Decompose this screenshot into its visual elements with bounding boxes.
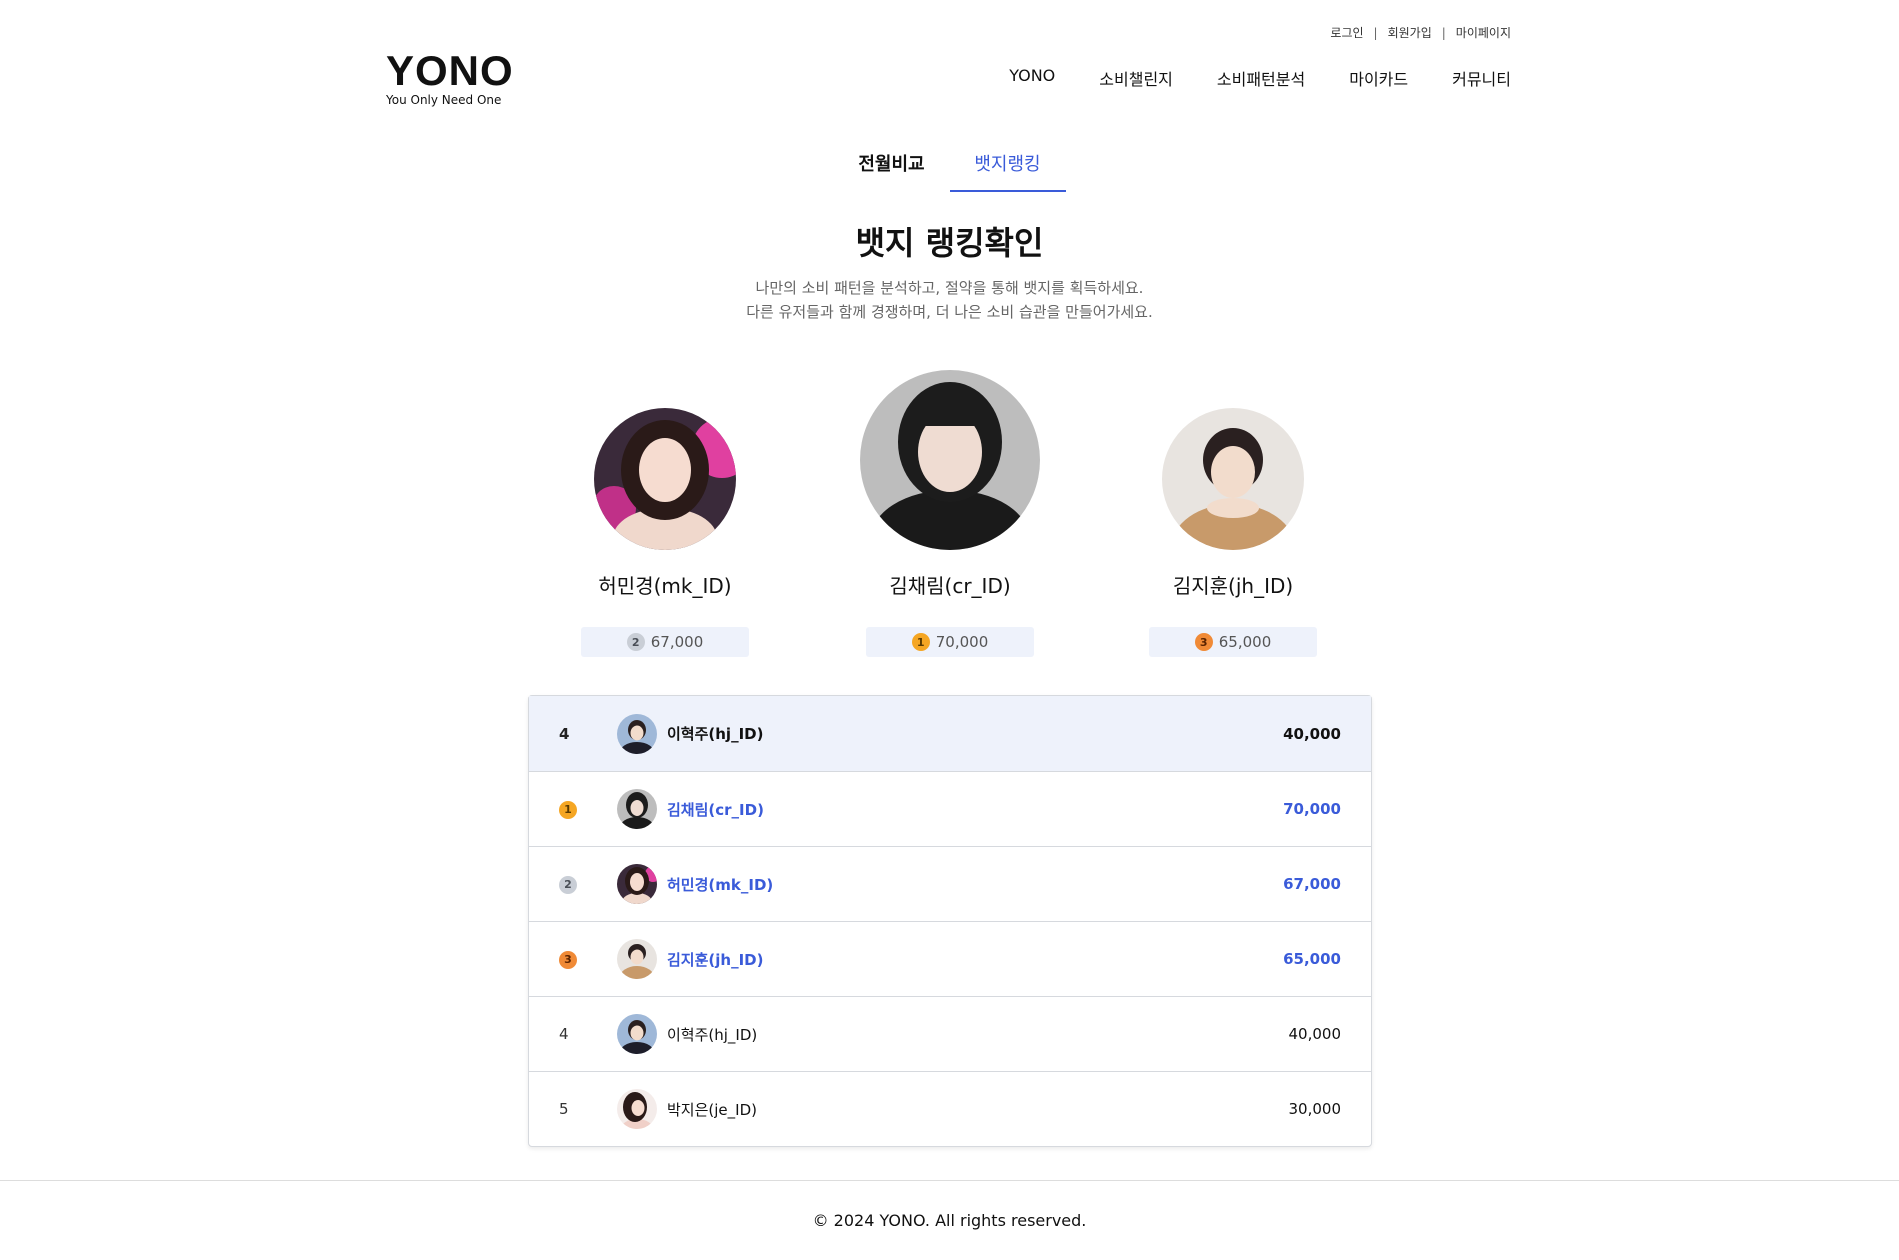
- page-description: 나만의 소비 패턴을 분석하고, 절약을 통해 뱃지를 획득하세요. 다른 유저…: [0, 276, 1899, 324]
- rank-cell: 2: [529, 874, 601, 894]
- copyright-text: © 2024 YONO. All rights reserved.: [812, 1211, 1087, 1230]
- description-line-2: 다른 유저들과 함께 경쟁하며, 더 나은 소비 습관을 만들어가세요.: [746, 303, 1153, 321]
- logo-title: YONO: [386, 47, 514, 94]
- ranking-table: 4 이혁주(hj_ID) 40,000 1 김채림(cr_ID) 70,000 …: [528, 695, 1372, 1147]
- description-line-1: 나만의 소비 패턴을 분석하고, 절약을 통해 뱃지를 획득하세요.: [755, 279, 1144, 297]
- podium-score: 3 65,000: [1149, 627, 1317, 657]
- nav-item-mycard[interactable]: 마이카드: [1349, 66, 1408, 90]
- nav-item-community[interactable]: 커뮤니티: [1452, 66, 1511, 90]
- bronze-medal-icon: 3: [559, 950, 577, 969]
- user-score: 65,000: [1283, 950, 1341, 968]
- logo[interactable]: YONO You Only Need One: [386, 47, 514, 107]
- gold-medal-icon: 1: [911, 633, 930, 651]
- avatar: [860, 370, 1040, 550]
- tab-bar: 전월비교 뱃지랭킹: [0, 150, 1899, 192]
- table-row[interactable]: 4 이혁주(hj_ID) 40,000: [529, 996, 1371, 1071]
- podium-score: 1 70,000: [866, 627, 1034, 657]
- rank-number: 4: [559, 724, 570, 743]
- podium-name: 허민경(mk_ID): [598, 574, 732, 598]
- avatar: [617, 1089, 657, 1129]
- user-cell: 박지은(je_ID): [617, 1089, 1289, 1129]
- user-cell: 김채림(cr_ID): [617, 789, 1283, 829]
- avatar: [594, 408, 736, 550]
- user-name: 김지훈(jh_ID): [667, 950, 764, 969]
- avatar: [617, 939, 657, 979]
- avatar: [617, 864, 657, 904]
- user-cell: 이혁주(hj_ID): [617, 713, 1283, 754]
- user-cell: 이혁주(hj_ID): [617, 1014, 1289, 1054]
- podium: 허민경(mk_ID) 2 67,000 김채림(cr_ID) 1 70,000: [0, 368, 1899, 658]
- user-cell: 김지훈(jh_ID): [617, 939, 1283, 979]
- silver-medal-icon: 2: [559, 875, 577, 894]
- avatar: [617, 1014, 657, 1054]
- user-name: 박지은(je_ID): [667, 1100, 757, 1119]
- footer: © 2024 YONO. All rights reserved.: [0, 1180, 1899, 1260]
- tab-ranking[interactable]: 뱃지랭킹: [949, 150, 1066, 192]
- user-name: 이혁주(hj_ID): [667, 1025, 758, 1044]
- mypage-link[interactable]: 마이페이지: [1456, 24, 1511, 41]
- score-value: 65,000: [1218, 633, 1272, 651]
- rank-cell: 1: [529, 799, 601, 819]
- podium-name: 김지훈(jh_ID): [1172, 574, 1294, 598]
- user-name: 이혁주(hj_ID): [667, 725, 764, 743]
- user-name: 김채림(cr_ID): [667, 800, 764, 819]
- login-link[interactable]: 로그인: [1330, 24, 1363, 41]
- table-row[interactable]: 5 박지은(je_ID) 30,000: [529, 1071, 1371, 1146]
- podium-second: 허민경(mk_ID) 2 67,000: [565, 408, 765, 657]
- nav-item-challenge[interactable]: 소비챌린지: [1099, 66, 1173, 90]
- table-row-my-rank[interactable]: 4 이혁주(hj_ID) 40,000: [529, 696, 1371, 771]
- user-score: 70,000: [1283, 800, 1341, 818]
- rank-number: 4: [559, 1025, 569, 1043]
- score-value: 67,000: [650, 633, 704, 651]
- avatar: [1162, 408, 1304, 550]
- table-row[interactable]: 3 김지훈(jh_ID) 65,000: [529, 921, 1371, 996]
- podium-score: 2 67,000: [581, 627, 749, 657]
- user-name: 허민경(mk_ID): [667, 875, 774, 894]
- util-separator: |: [1441, 25, 1446, 40]
- table-row[interactable]: 1 김채림(cr_ID) 70,000: [529, 771, 1371, 846]
- score-value: 70,000: [935, 633, 989, 651]
- user-cell: 허민경(mk_ID): [617, 864, 1283, 904]
- utility-links: 로그인 | 회원가입 | 마이페이지: [1330, 24, 1511, 41]
- rank-number: 5: [559, 1100, 569, 1118]
- util-separator: |: [1373, 25, 1378, 40]
- rank-cell: 3: [529, 949, 601, 969]
- podium-third: 김지훈(jh_ID) 3 65,000: [1133, 408, 1333, 657]
- user-score: 67,000: [1283, 875, 1341, 893]
- logo-tagline: You Only Need One: [386, 93, 502, 107]
- podium-name: 김채림(cr_ID): [889, 574, 1011, 598]
- avatar: [617, 789, 657, 829]
- user-score: 40,000: [1283, 724, 1341, 743]
- table-row[interactable]: 2 허민경(mk_ID) 67,000: [529, 846, 1371, 921]
- signup-link[interactable]: 회원가입: [1388, 24, 1432, 41]
- page-title: 뱃지 랭킹확인: [855, 224, 1044, 262]
- bronze-medal-icon: 3: [1194, 633, 1213, 651]
- gold-medal-icon: 1: [559, 800, 577, 819]
- nav-item-yono[interactable]: YONO: [1009, 66, 1055, 90]
- user-score: 30,000: [1288, 1100, 1342, 1118]
- tab-compare[interactable]: 전월비교: [834, 150, 950, 192]
- user-score: 40,000: [1288, 1025, 1342, 1043]
- podium-first: 김채림(cr_ID) 1 70,000: [850, 370, 1050, 657]
- nav-item-pattern[interactable]: 소비패턴분석: [1217, 66, 1305, 90]
- silver-medal-icon: 2: [626, 633, 645, 651]
- avatar: [617, 713, 657, 754]
- main-nav: YONO 소비챌린지 소비패턴분석 마이카드 커뮤니티: [1009, 66, 1511, 90]
